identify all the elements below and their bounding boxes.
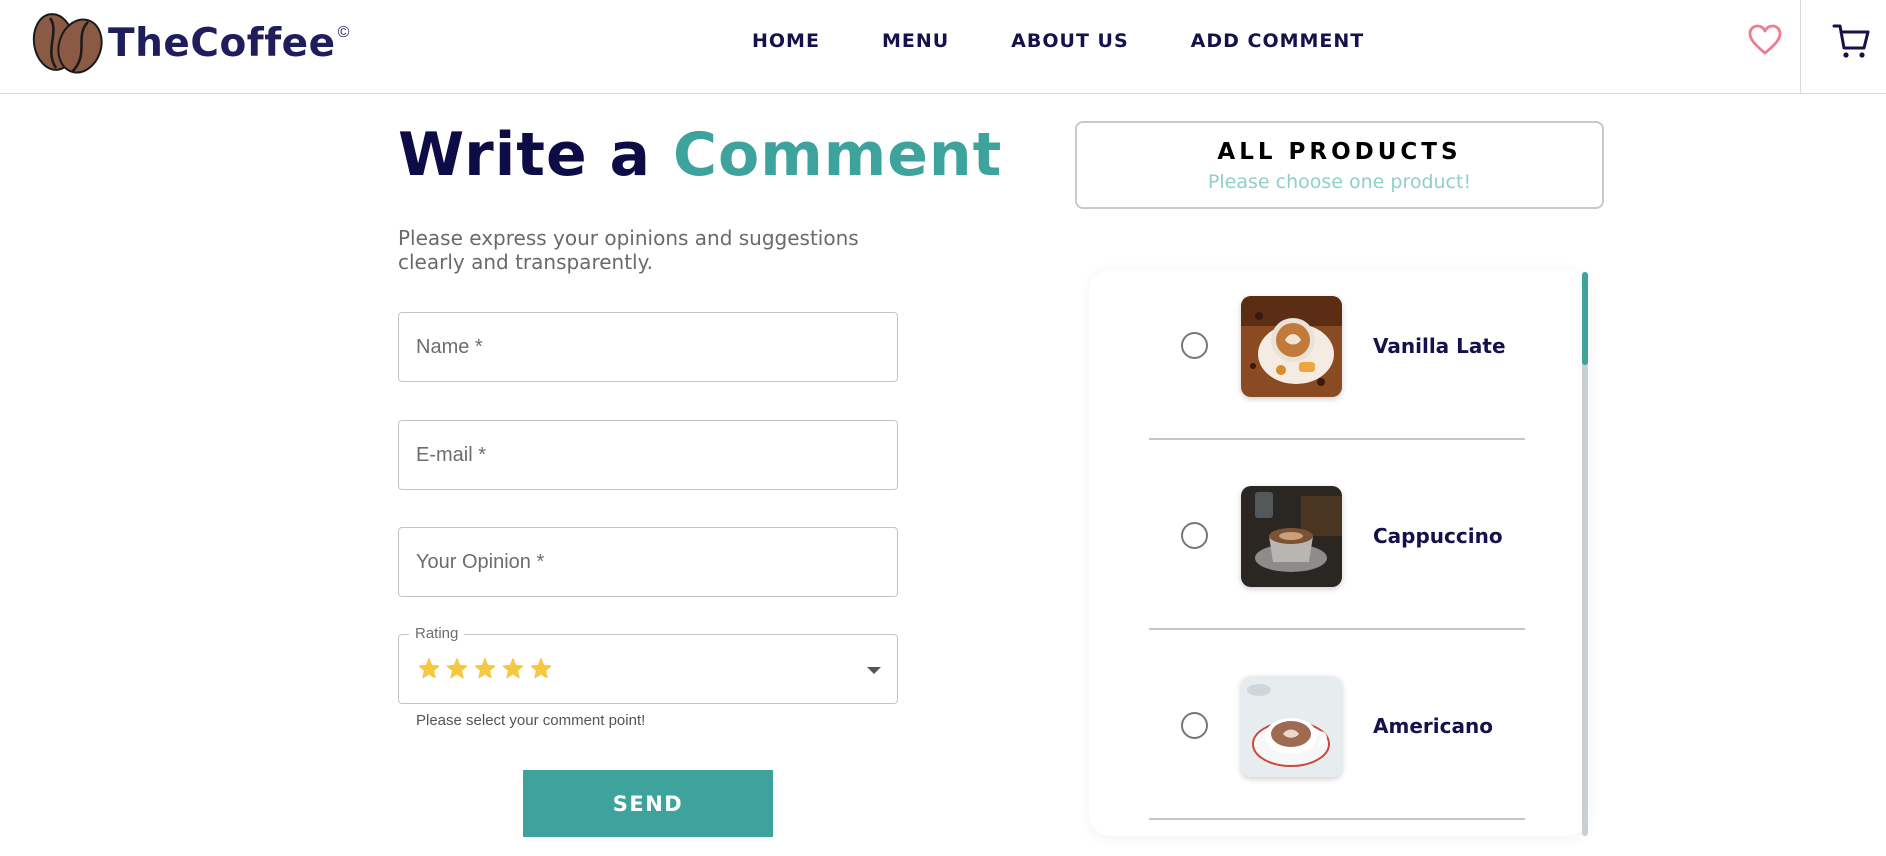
email-field[interactable]: [398, 420, 898, 490]
product-radio[interactable]: [1181, 712, 1208, 739]
coffee-bean-logo: [32, 13, 103, 74]
email-input[interactable]: [416, 443, 880, 467]
star-icon[interactable]: [501, 657, 525, 681]
all-products-subtitle: Please choose one product!: [1207, 171, 1472, 193]
main-nav: HOME MENU ABOUT US ADD COMMENT: [752, 30, 1426, 52]
product-list[interactable]: Vanilla Late Cappuccino Americano: [1089, 270, 1589, 836]
name-field[interactable]: [398, 312, 898, 382]
nav-add-comment[interactable]: ADD COMMENT: [1191, 30, 1365, 52]
product-name: Cappuccino: [1373, 524, 1503, 548]
star-icon[interactable]: [529, 657, 553, 681]
copyright-mark: ©: [337, 24, 350, 41]
title-accent: Comment: [672, 120, 1003, 190]
product-image: [1241, 676, 1342, 777]
all-products-title: ALL PRODUCTS: [1217, 139, 1462, 165]
cappuccino-cup-image: [1241, 486, 1342, 587]
rating-helper-text: Please select your comment point!: [416, 712, 646, 729]
latte-cup-image: [1241, 296, 1342, 397]
star-icon[interactable]: [417, 657, 441, 681]
nav-menu[interactable]: MENU: [882, 30, 949, 52]
rating-stars[interactable]: [417, 657, 557, 681]
nav-home[interactable]: HOME: [752, 30, 820, 52]
site-header: TheCoffee © HOME MENU ABOUT US ADD COMME…: [0, 0, 1886, 94]
brand-logo[interactable]: TheCoffee ©: [30, 10, 349, 76]
all-products-header: ALL PRODUCTS Please choose one product!: [1075, 121, 1604, 209]
rating-select[interactable]: Rating: [398, 625, 898, 704]
product-radio[interactable]: [1181, 522, 1208, 549]
heart-icon[interactable]: [1748, 24, 1782, 56]
page-title: Write a Comment: [398, 120, 1002, 190]
send-button[interactable]: SEND: [523, 770, 773, 837]
product-item-vanilla-late[interactable]: Vanilla Late: [1149, 270, 1525, 440]
product-image: [1241, 486, 1342, 587]
product-item-cappuccino[interactable]: Cappuccino: [1149, 440, 1525, 630]
star-icon[interactable]: [473, 657, 497, 681]
product-radio[interactable]: [1181, 332, 1208, 359]
header-divider: [1800, 0, 1801, 94]
cart-icon[interactable]: [1832, 22, 1870, 60]
rating-label: Rating: [409, 625, 465, 642]
star-icon[interactable]: [445, 657, 469, 681]
title-main: Write a: [398, 120, 673, 190]
scrollbar-thumb[interactable]: [1582, 272, 1588, 365]
chevron-down-icon[interactable]: [867, 667, 881, 674]
form-subtitle: Please express your opinions and suggest…: [398, 226, 859, 274]
product-item-americano[interactable]: Americano: [1149, 630, 1525, 820]
nav-about-us[interactable]: ABOUT US: [1011, 30, 1128, 52]
product-name: Americano: [1373, 714, 1493, 738]
name-input[interactable]: [416, 335, 880, 359]
opinion-input[interactable]: [416, 550, 880, 574]
brand-name: TheCoffee: [108, 20, 336, 66]
opinion-field[interactable]: [398, 527, 898, 597]
product-image: [1241, 296, 1342, 397]
product-name: Vanilla Late: [1373, 334, 1506, 358]
americano-cup-image: [1241, 676, 1342, 777]
